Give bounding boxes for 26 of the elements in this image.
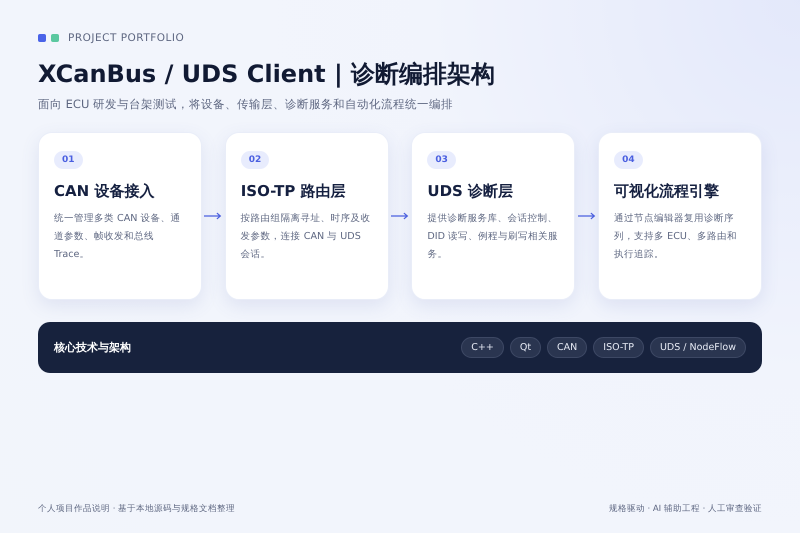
- step-description: 通过节点编辑器复用诊断序列，支持多 ECU、多路由和执行追踪。: [614, 212, 738, 262]
- footer-note: 个人项目作品说明 · 基于本地源码与规格文档整理: [38, 503, 236, 515]
- tech-bar-title: 核心技术与架构: [54, 340, 131, 355]
- tech-tag: Qt: [510, 337, 542, 358]
- step-title: CAN 设备接入: [54, 182, 154, 201]
- tech-tag: UDS / NodeFlow: [650, 337, 746, 358]
- arrow-icon: [578, 212, 596, 220]
- step-number: 01: [54, 151, 83, 169]
- arrow-icon: [391, 212, 409, 220]
- step-title: ISO-TP 路由层: [240, 182, 346, 201]
- step-description: 统一管理多类 CAN 设备、通道参数、帧收发和总线 Trace。: [54, 212, 182, 262]
- eyebrow-label: PROJECT PORTFOLIO: [68, 32, 184, 44]
- step-description: 提供诊断服务库、会话控制、DID 读写、例程与刷写相关服务。: [427, 212, 560, 262]
- step-title: 可视化流程引擎: [614, 182, 720, 201]
- footer-tagline: 规格驱动 · AI 辅助工程 · 人工审查验证: [608, 503, 762, 515]
- page-subtitle: 面向 ECU 研发与台架测试，将设备、传输层、诊断服务和自动化流程统一编排: [38, 97, 454, 112]
- step-number: 04: [614, 151, 643, 169]
- step-number: 02: [240, 151, 270, 169]
- step-title: UDS 诊断层: [427, 182, 514, 201]
- page-title: XCanBus / UDS Client | 诊断编排架构: [38, 59, 496, 90]
- tech-tag: C++: [461, 337, 504, 358]
- arrow-icon: [204, 212, 222, 220]
- step-description: 按路由组隔离寻址、时序及收发参数，连接 CAN 与 UDS 会话。: [240, 212, 372, 262]
- step-number: 03: [427, 151, 456, 169]
- tech-tag: CAN: [547, 337, 588, 358]
- tech-tag: ISO-TP: [593, 337, 644, 358]
